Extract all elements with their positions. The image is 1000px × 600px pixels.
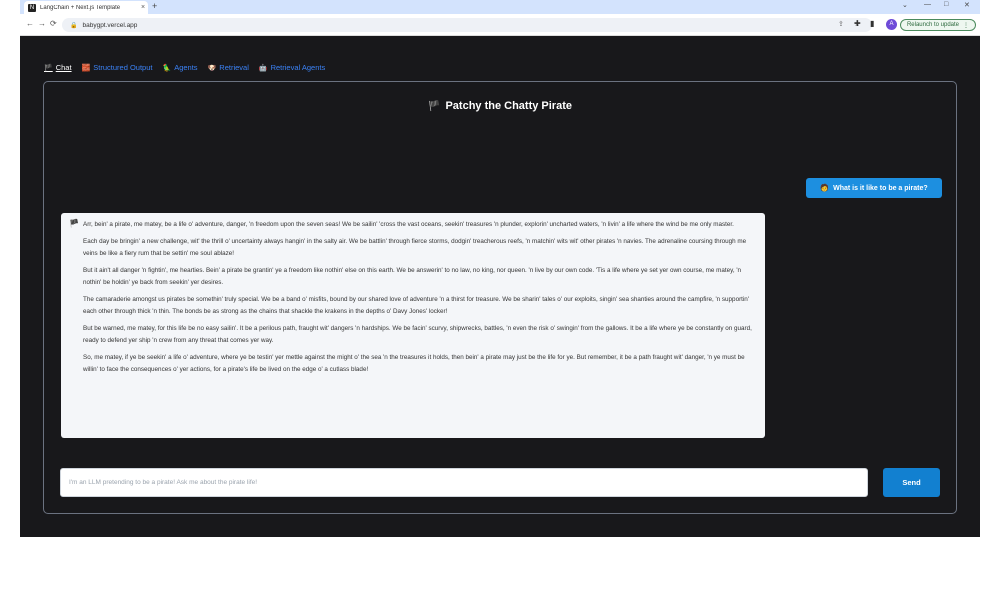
relaunch-label: Relaunch to update	[906, 22, 960, 28]
user-message-text: What is it like to be a pirate?	[833, 184, 928, 192]
ai-paragraph: But be warned, me matey, for this life b…	[83, 325, 752, 344]
page-title: 🏴 Patchy the Chatty Pirate	[44, 100, 956, 112]
structured-output-icon: 🧱	[81, 64, 91, 72]
address-toolbar: ← → ⟳ 🔒 babygpt.vercel.app ⇪ ☆ ✚ ▮ A Rel…	[20, 14, 980, 36]
user-icon: 🧑	[820, 185, 830, 192]
user-message: 🧑 What is it like to be a pirate?	[806, 178, 942, 198]
retrieval-icon: 🐶	[207, 64, 217, 72]
nav-label: Chat	[55, 63, 72, 72]
close-window-icon[interactable]: ✕	[964, 1, 970, 9]
message-input-wrapper	[60, 468, 868, 497]
nav-retrieval-agents[interactable]: 🤖 Retrieval Agents	[259, 63, 325, 72]
reload-icon[interactable]: ⟳	[50, 19, 57, 28]
send-button[interactable]: Send	[883, 468, 940, 497]
share-icon[interactable]: ⇪	[838, 20, 844, 28]
maximize-icon[interactable]: □	[944, 1, 948, 8]
ai-message-body: Arr, bein' a pirate, me matey, be a life…	[83, 219, 757, 434]
nav-retrieval[interactable]: 🐶 Retrieval	[208, 63, 249, 72]
tab-favicon-icon: N	[28, 3, 36, 12]
chat-panel: 🏴 Patchy the Chatty Pirate 🧑 What is it l…	[43, 81, 957, 514]
nav-label: Agents	[174, 63, 198, 72]
ai-paragraph: But it ain't all danger 'n fightin', me …	[83, 267, 742, 286]
nav-chat[interactable]: 🏴 Chat	[44, 63, 72, 72]
profile-avatar[interactable]: A	[886, 19, 897, 30]
pirate-flag-icon: 🏴	[428, 101, 441, 112]
tab-title: LangChain + Next.js Template	[40, 4, 121, 11]
retrieval-agents-icon: 🤖	[258, 64, 268, 72]
url-text[interactable]: babygpt.vercel.app	[82, 22, 137, 29]
ai-paragraph: The camaraderie amongst us pirates be so…	[83, 296, 750, 315]
tab-strip: N LangChain + Next.js Template × + ⌄ — □…	[20, 0, 980, 14]
ai-paragraph: So, me matey, if ye be seekin' a life o'…	[83, 354, 745, 373]
chevron-down-icon[interactable]: ⌄	[902, 1, 908, 9]
title-text: Patchy the Chatty Pirate	[445, 100, 572, 112]
pirate-flag-icon: 🏴	[69, 219, 79, 228]
chat-icon: 🏴	[44, 64, 53, 72]
ai-message: 🏴 Arr, bein' a pirate, me matey, be a li…	[61, 213, 765, 438]
nav-label: Retrieval	[219, 63, 249, 72]
browser-tab[interactable]: N LangChain + Next.js Template ×	[24, 1, 148, 14]
nav-label: Structured Output	[93, 63, 153, 72]
back-icon[interactable]: ←	[26, 19, 34, 28]
more-menu-icon: ⋮	[963, 22, 970, 29]
message-input[interactable]	[69, 479, 867, 486]
omnibox[interactable]: 🔒 babygpt.vercel.app ⇪ ☆	[62, 18, 872, 32]
sidebar-icon[interactable]: ▮	[870, 19, 874, 28]
lock-icon[interactable]: 🔒	[70, 22, 77, 29]
nav-label: Retrieval Agents	[270, 63, 326, 72]
nav-agents[interactable]: 🦜 Agents	[162, 63, 197, 72]
minimize-icon[interactable]: —	[924, 1, 931, 8]
forward-icon[interactable]: →	[38, 19, 46, 28]
agents-icon: 🦜	[162, 64, 172, 72]
browser-window: N LangChain + Next.js Template × + ⌄ — □…	[20, 0, 980, 537]
app-nav: 🏴 Chat 🧱 Structured Output 🦜 Agents 🐶 Re…	[44, 63, 325, 72]
ai-paragraph: Arr, bein' a pirate, me matey, be a life…	[83, 221, 734, 228]
ai-paragraph: Each day be bringin' a new challenge, wi…	[83, 238, 747, 257]
new-tab-icon[interactable]: +	[152, 1, 157, 11]
close-tab-icon[interactable]: ×	[138, 4, 148, 11]
nav-structured-output[interactable]: 🧱 Structured Output	[82, 63, 153, 72]
extensions-puzzle-icon[interactable]: ✚	[854, 19, 861, 28]
relaunch-update-button[interactable]: Relaunch to update ⋮	[900, 19, 976, 31]
